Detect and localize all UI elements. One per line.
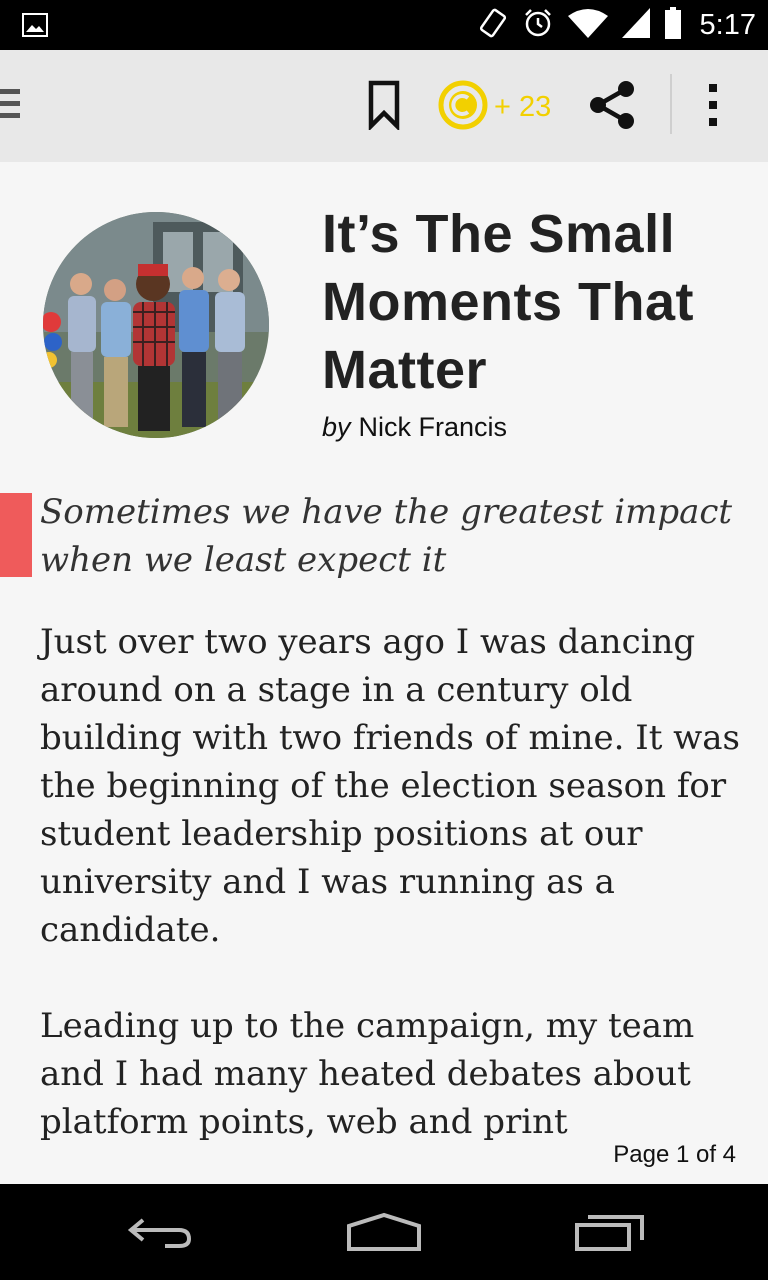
wifi-icon — [567, 8, 608, 43]
author-name[interactable]: Nick Francis — [359, 412, 508, 442]
coin-icon — [438, 80, 488, 135]
signal-icon — [621, 7, 650, 43]
author-photo — [43, 212, 269, 438]
status-time: 5:17 — [699, 8, 756, 41]
battery-icon — [664, 6, 682, 44]
recents-icon[interactable] — [574, 1212, 646, 1257]
byline-by-label: by — [322, 412, 351, 442]
alarm-icon — [522, 7, 554, 44]
image-notification-icon — [22, 13, 48, 42]
article-toolbar: + 23 — [0, 50, 768, 162]
article-body: Just over two years ago I was dancing ar… — [40, 618, 755, 1194]
article-subtitle: Sometimes we have the greatest impact wh… — [40, 492, 733, 580]
body-paragraph: Leading up to the campaign, my team and … — [40, 1006, 695, 1142]
home-icon[interactable] — [346, 1212, 422, 1257]
article-title: It’s The Small Moments That Matter — [322, 204, 695, 400]
bookmark-icon[interactable] — [368, 80, 400, 135]
more-vertical-icon[interactable] — [698, 82, 728, 133]
byline: by Nick Francis — [322, 412, 507, 443]
subtitle-accent-bar — [0, 493, 32, 577]
status-bar: 5:17 — [0, 0, 768, 50]
system-nav-bar — [0, 1184, 768, 1280]
rotate-icon — [478, 7, 508, 44]
hamburger-icon[interactable] — [0, 87, 22, 126]
toolbar-divider — [670, 74, 672, 134]
share-icon[interactable] — [588, 80, 636, 135]
coin-button[interactable]: + 23 — [438, 80, 551, 135]
body-paragraph: Just over two years ago I was dancing ar… — [40, 622, 740, 950]
coin-bonus-text: + 23 — [494, 91, 552, 123]
back-icon[interactable] — [125, 1212, 195, 1257]
page-indicator: Page 1 of 4 — [605, 1141, 736, 1169]
